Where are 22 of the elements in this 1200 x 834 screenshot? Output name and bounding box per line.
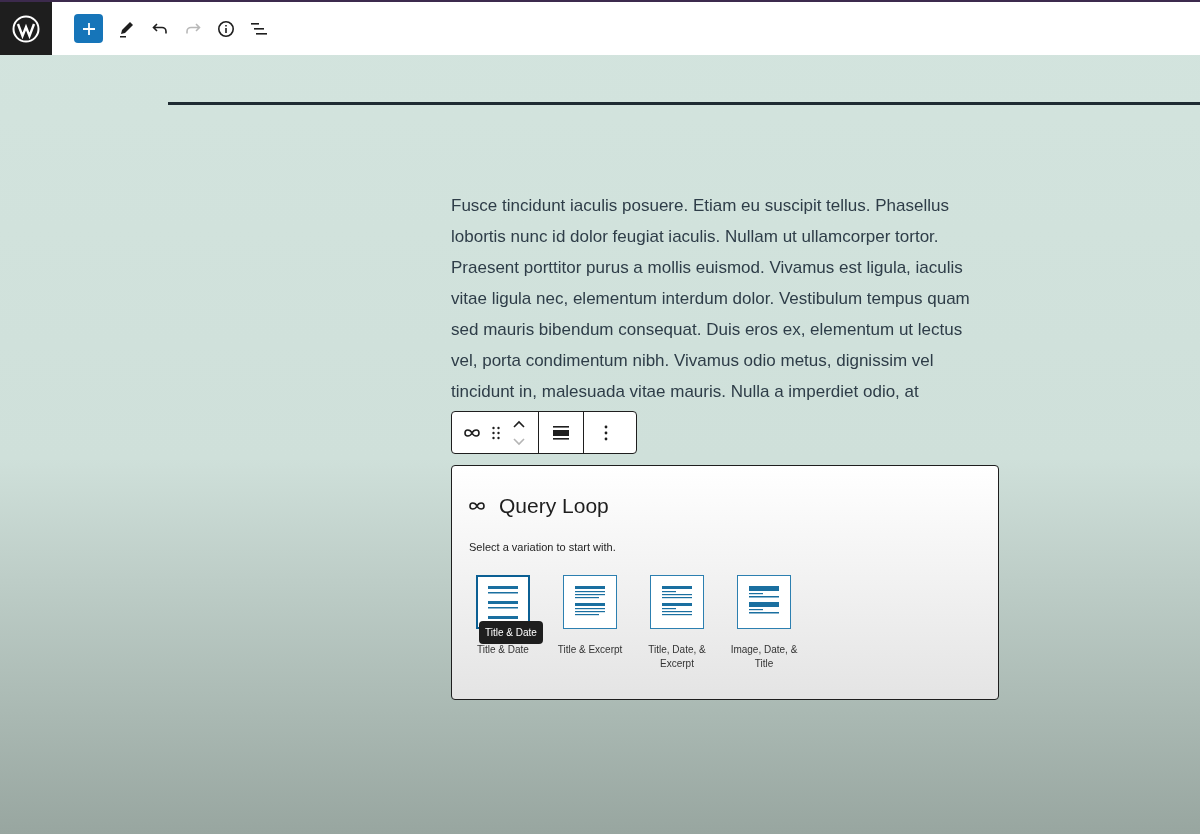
variation-label: Title, Date, & Excerpt	[647, 643, 707, 671]
logo-tile[interactable]	[0, 2, 52, 55]
plus-icon	[81, 21, 96, 36]
drag-handle-icon[interactable]	[492, 425, 500, 440]
tooltip: Title & Date	[479, 621, 543, 644]
instructions-text: Select a variation to start with.	[469, 539, 617, 555]
add-block-button[interactable]	[74, 14, 103, 43]
loop-icon[interactable]	[464, 426, 480, 439]
edit-button[interactable]	[118, 19, 136, 38]
info-icon	[217, 19, 235, 38]
align-icon[interactable]	[553, 425, 569, 440]
loop-icon	[469, 499, 485, 512]
variation-label: Title & Excerpt	[556, 643, 624, 657]
wordpress-logo-icon	[12, 14, 40, 43]
paragraph-text: Fusce tincidunt iaculis posuere. Etiam eu suscipit tellus. Phasellus lobortis nunc id dolor feugiat iaculis. Nullam ut ullamcorper tortor. Praesent porttitor purus a mollis euismod. Vivamus est ligula, iaculis vitae ligula nec, elementum interdum dolor. Vestibulum tempus quam sed mauris bibendum consequat. Duis eros ex, elementum ut lectus vel, porta condimentum nibh. Vivamus odio metus, dignissim vel tincidunt in, malesuada vitae mauris. Nulla a imperdiet odio, at	[451, 195, 971, 403]
variation-label: Image, Date, & Title	[729, 643, 799, 671]
pencil-icon	[118, 19, 136, 38]
more-options-icon[interactable]	[604, 424, 608, 441]
variation-label: Title & Date	[476, 643, 530, 657]
layout-icon	[487, 584, 519, 620]
placeholder-title: Query Loop	[499, 493, 609, 519]
info-button[interactable]	[217, 19, 235, 38]
